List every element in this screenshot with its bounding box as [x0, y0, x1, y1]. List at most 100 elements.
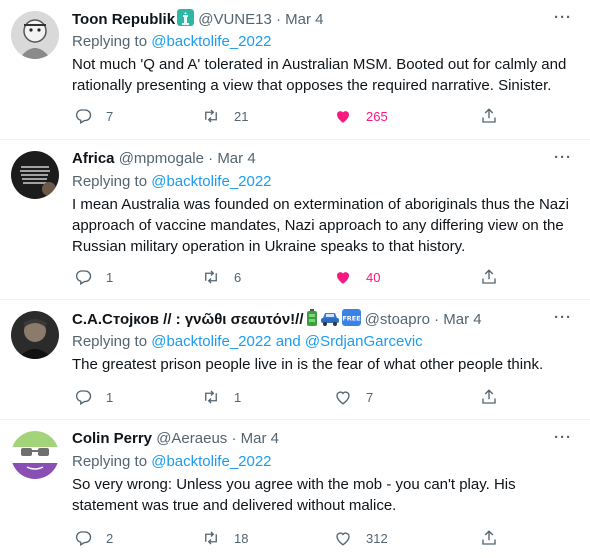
author-name[interactable]: С.А.Стојков // : γνῶθι σεαυτόν!// [72, 311, 304, 328]
heart-filled-icon [337, 272, 349, 284]
more-options-icon[interactable]: ··· [554, 9, 572, 26]
avatar[interactable] [11, 151, 59, 199]
share-icon [482, 108, 496, 123]
share-icon [482, 530, 496, 545]
retweet-count: 6 [234, 269, 242, 285]
replying-to-label: Replying to [72, 173, 148, 190]
tweet[interactable]: Toon Republik @VUNE13 · Mar 4 ··· Replyi… [0, 0, 590, 140]
timestamp[interactable]: Mar 4 [217, 150, 255, 167]
like-button[interactable]: 40 [334, 267, 380, 287]
retweet-count: 21 [234, 108, 249, 124]
like-button[interactable]: 7 [334, 387, 373, 407]
heart-icon [336, 391, 350, 405]
author-handle[interactable]: @stoapro [365, 311, 430, 328]
author-name[interactable]: Africa [72, 150, 115, 167]
reply-count: 7 [106, 108, 114, 124]
reply-icon [75, 109, 92, 124]
replying-to-joiner: and [275, 333, 301, 350]
reply-feed: Toon Republik @VUNE13 · Mar 4 ··· Replyi… [0, 0, 590, 558]
retweet-count: 1 [234, 389, 242, 405]
more-options-icon[interactable]: ··· [554, 309, 572, 326]
retweet-button[interactable]: 18 [202, 528, 248, 548]
avatar[interactable] [11, 311, 59, 359]
action-bar: 2 18 312 [72, 528, 542, 548]
share-button[interactable] [480, 106, 498, 126]
replying-to: Replying to @backtolife_2022 [72, 32, 272, 52]
share-icon [482, 389, 496, 404]
share-icon [482, 269, 496, 284]
reply-icon [75, 270, 92, 285]
reply-icon [75, 390, 92, 405]
reply-count: 1 [106, 269, 114, 285]
timestamp[interactable]: Mar 4 [443, 311, 481, 328]
replying-to-label: Replying to [72, 453, 148, 470]
like-count: 265 [366, 108, 388, 124]
more-options-icon[interactable]: ··· [554, 149, 572, 166]
more-options-icon[interactable]: ··· [554, 429, 572, 446]
free-badge-text: FREE [342, 315, 360, 323]
replying-to-label: Replying to [72, 333, 148, 350]
action-bar: 1 1 7 [72, 387, 542, 407]
share-button[interactable] [480, 528, 498, 548]
tweet[interactable]: С.А.Стојков // : γνῶθι σεαυτόν!// FREE @s… [0, 300, 590, 420]
author-handle[interactable]: @VUNE13 [198, 11, 272, 28]
retweet-icon [205, 109, 217, 123]
reply-count: 1 [106, 389, 114, 405]
replying-to: Replying to @backtolife_2022 and @Srdjan… [72, 332, 423, 352]
share-button[interactable] [480, 387, 498, 407]
mention-link[interactable]: @SrdjanGarcevic [305, 333, 423, 350]
retweet-button[interactable]: 21 [202, 106, 248, 126]
like-button[interactable]: 312 [334, 528, 388, 548]
reply-button[interactable]: 2 [74, 528, 113, 548]
author-name[interactable]: Toon Republik [72, 11, 175, 28]
author-handle[interactable]: @mpmogale [119, 150, 204, 167]
retweet-icon [205, 270, 217, 284]
like-count: 312 [366, 530, 388, 546]
tweet-text: Not much 'Q and A' tolerated in Australi… [72, 56, 567, 94]
replying-to: Replying to @backtolife_2022 [72, 452, 272, 472]
author-handle[interactable]: @Aeraeus [156, 430, 227, 447]
like-button[interactable]: 265 [334, 106, 388, 126]
car-icon [320, 309, 340, 332]
tweet[interactable]: Colin Perry @Aeraeus · Mar 4 ··· Replyin… [0, 420, 590, 558]
author-name[interactable]: Colin Perry [72, 430, 152, 447]
avatar[interactable] [11, 431, 59, 479]
heart-icon [336, 532, 350, 546]
share-button[interactable] [480, 267, 498, 287]
action-bar: 1 6 40 [72, 267, 542, 287]
avatar[interactable] [11, 11, 59, 59]
action-bar: 7 21 265 [72, 106, 542, 126]
retweet-button[interactable]: 6 [202, 267, 241, 287]
replying-to-label: Replying to [72, 33, 148, 50]
reply-button[interactable]: 7 [74, 106, 113, 126]
reply-button[interactable]: 1 [74, 267, 113, 287]
reply-icon [75, 531, 92, 546]
retweet-count: 18 [234, 530, 249, 546]
separator-dot: · [434, 311, 440, 328]
retweet-icon [205, 531, 217, 545]
reply-button[interactable]: 1 [74, 387, 113, 407]
statue-of-liberty-icon [177, 9, 195, 32]
mention-link[interactable]: @backtolife_2022 [151, 453, 271, 470]
retweet-icon [205, 390, 217, 404]
replying-to: Replying to @backtolife_2022 [72, 172, 272, 192]
mention-link[interactable]: @backtolife_2022 [151, 173, 271, 190]
separator-dot: · [275, 11, 281, 28]
mention-link[interactable]: @backtolife_2022 [151, 33, 271, 50]
like-count: 40 [366, 269, 381, 285]
like-count: 7 [366, 389, 374, 405]
timestamp[interactable]: Mar 4 [241, 430, 279, 447]
free-button-icon: FREE [341, 309, 361, 332]
separator-dot: · [231, 430, 237, 447]
heart-filled-icon [337, 111, 349, 123]
battery-icon [306, 309, 318, 332]
tweet-text: I mean Australia was founded on extermin… [72, 196, 569, 255]
retweet-button[interactable]: 1 [202, 387, 241, 407]
tweet-text: The greatest prison people live in is th… [72, 356, 544, 373]
separator-dot: · [208, 150, 214, 167]
tweet-text: So very wrong: Unless you agree with the… [72, 476, 516, 514]
tweet[interactable]: Africa @mpmogale · Mar 4 ··· Replying to… [0, 140, 590, 300]
reply-count: 2 [106, 530, 114, 546]
mention-link[interactable]: @backtolife_2022 [151, 333, 271, 350]
timestamp[interactable]: Mar 4 [285, 11, 323, 28]
